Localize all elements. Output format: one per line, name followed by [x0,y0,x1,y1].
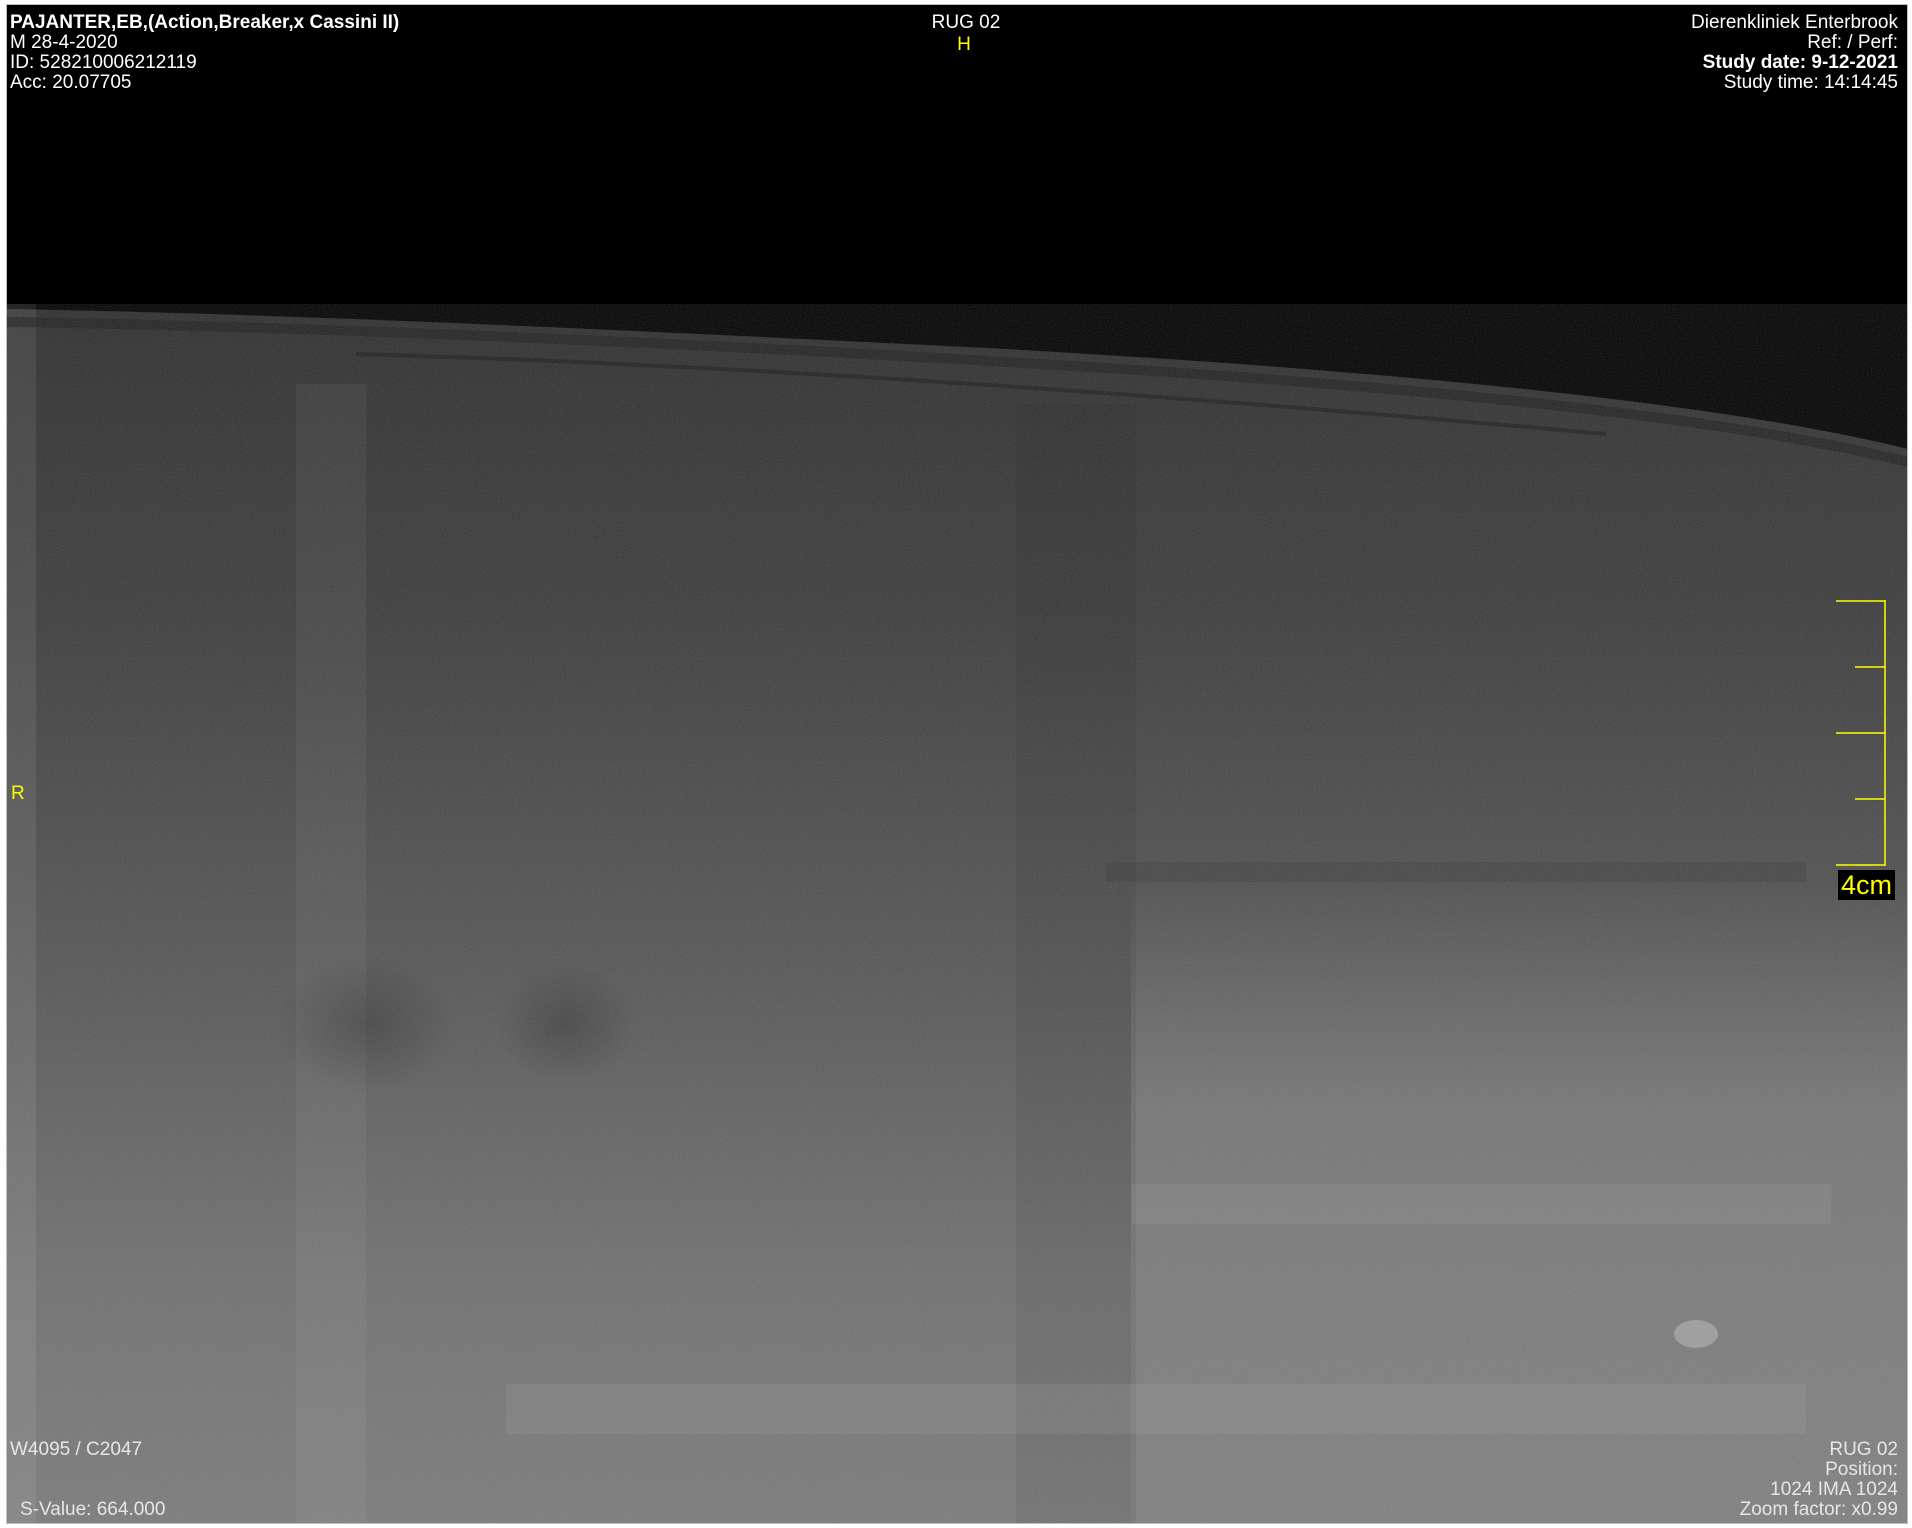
zoom-factor: Zoom factor: x0.99 [1739,1499,1898,1520]
image-position: Position: [1825,1459,1898,1480]
ref-perf: Ref: / Perf: [1807,32,1898,53]
s-value: S-Value: 664.000 [20,1499,166,1520]
image-info: RUG 02 Position: 1024 IMA 1024 Zoom fact… [1740,1440,1898,1520]
image-viewport[interactable]: PAJANTER,EB,(Action,Breaker,x Cassini II… [6,4,1908,1524]
institution-name: Dierenkliniek Enterbrook [1691,12,1898,33]
study-date: Study date: 9-12-2021 [1702,52,1898,73]
scale-ruler [1836,600,1886,866]
patient-name: PAJANTER,EB,(Action,Breaker,x Cassini II… [10,12,400,33]
orientation-top-marker: H [957,34,971,55]
patient-sex-dob: M 28-4-2020 [10,32,118,53]
image-number: 1024 IMA 1024 [1770,1479,1898,1500]
series-title: RUG 02 [931,12,1001,33]
accession-number: Acc: 20.07705 [10,72,132,93]
patient-info: PAJANTER,EB,(Action,Breaker,x Cassini II… [10,13,399,93]
xray-image[interactable] [6,4,1908,1524]
study-time: Study time: 14:14:45 [1723,72,1898,93]
image-series-name: RUG 02 [1829,1439,1898,1460]
window-level: W4095 / C2047 [10,1439,143,1460]
scale-ruler-label: 4cm [1838,870,1896,900]
study-info: Dierenkliniek Enterbrook Ref: / Perf: St… [1691,13,1898,93]
patient-id: ID: 528210006212119 [10,52,197,73]
orientation-left-marker: R [11,783,25,804]
